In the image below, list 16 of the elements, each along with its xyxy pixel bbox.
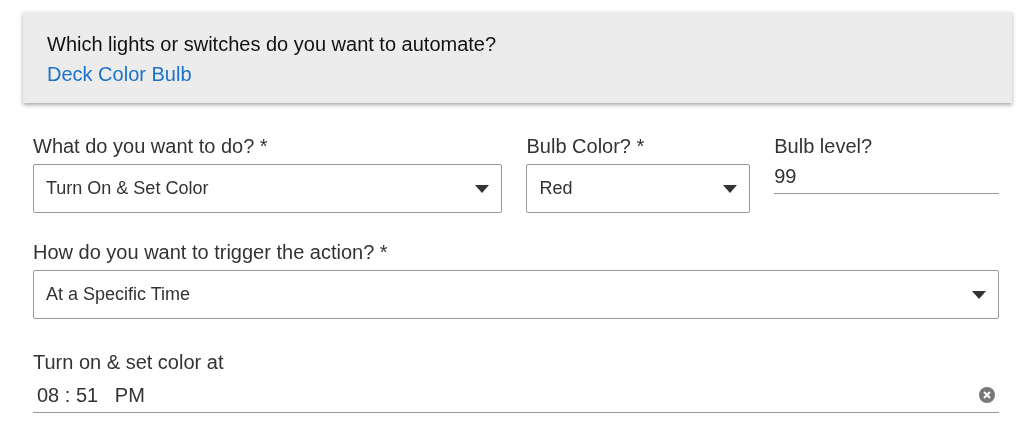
dropdown[interactable]: At a Specific Time xyxy=(33,270,999,319)
time-field[interactable]: 08 : 51 PM xyxy=(33,377,999,413)
question-text: Which lights or switches do you want to automate? xyxy=(47,32,497,57)
clear-icon[interactable] xyxy=(979,386,995,403)
field-label: Bulb Color? * xyxy=(526,134,645,158)
dropdown[interactable]: Turn On & Set Color xyxy=(33,164,503,213)
caret-icon xyxy=(723,184,738,193)
field-label: Turn on & set color at xyxy=(33,350,224,374)
field-label: What do you want to do? * xyxy=(33,134,268,158)
input-field[interactable]: 99 xyxy=(774,161,999,194)
caret-icon xyxy=(475,184,490,193)
caret-icon xyxy=(972,290,986,299)
field-label: How do you want to trigger the action? * xyxy=(33,240,388,264)
device-link[interactable]: Deck Color Bulb xyxy=(47,60,192,88)
field-label: Bulb level? xyxy=(774,134,873,158)
dropdown[interactable]: Red xyxy=(526,164,751,213)
